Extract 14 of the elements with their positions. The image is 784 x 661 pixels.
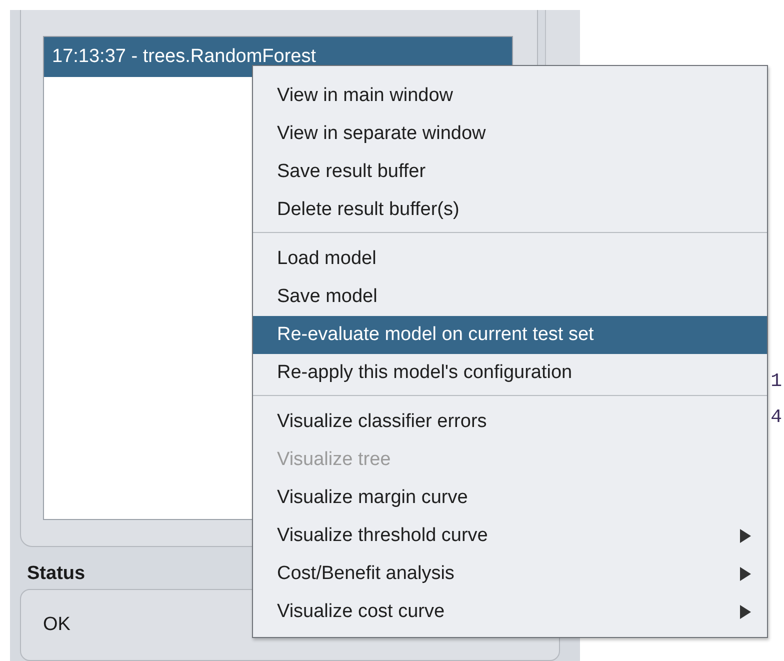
status-label: Status xyxy=(27,563,86,585)
menu-item[interactable]: Delete result buffer(s) xyxy=(253,191,767,229)
output-text: 4 xyxy=(770,406,782,428)
menu-item[interactable]: View in main window xyxy=(253,77,767,115)
menu-item[interactable]: Load model xyxy=(253,240,767,278)
menu-item[interactable]: Save model xyxy=(253,278,767,316)
menu-item[interactable]: View in separate window xyxy=(253,115,767,153)
menu-item[interactable]: Re-evaluate model on current test set xyxy=(253,316,767,354)
menu-item[interactable]: Save result buffer xyxy=(253,153,767,191)
menu-item[interactable]: Visualize classifier errors xyxy=(253,403,767,441)
menu-item[interactable]: Visualize margin curve xyxy=(253,479,767,517)
menu-item[interactable]: Re-apply this model's configuration xyxy=(253,354,767,392)
menu-item[interactable]: Visualize threshold curve xyxy=(253,517,767,555)
output-text: 1 xyxy=(770,370,782,392)
